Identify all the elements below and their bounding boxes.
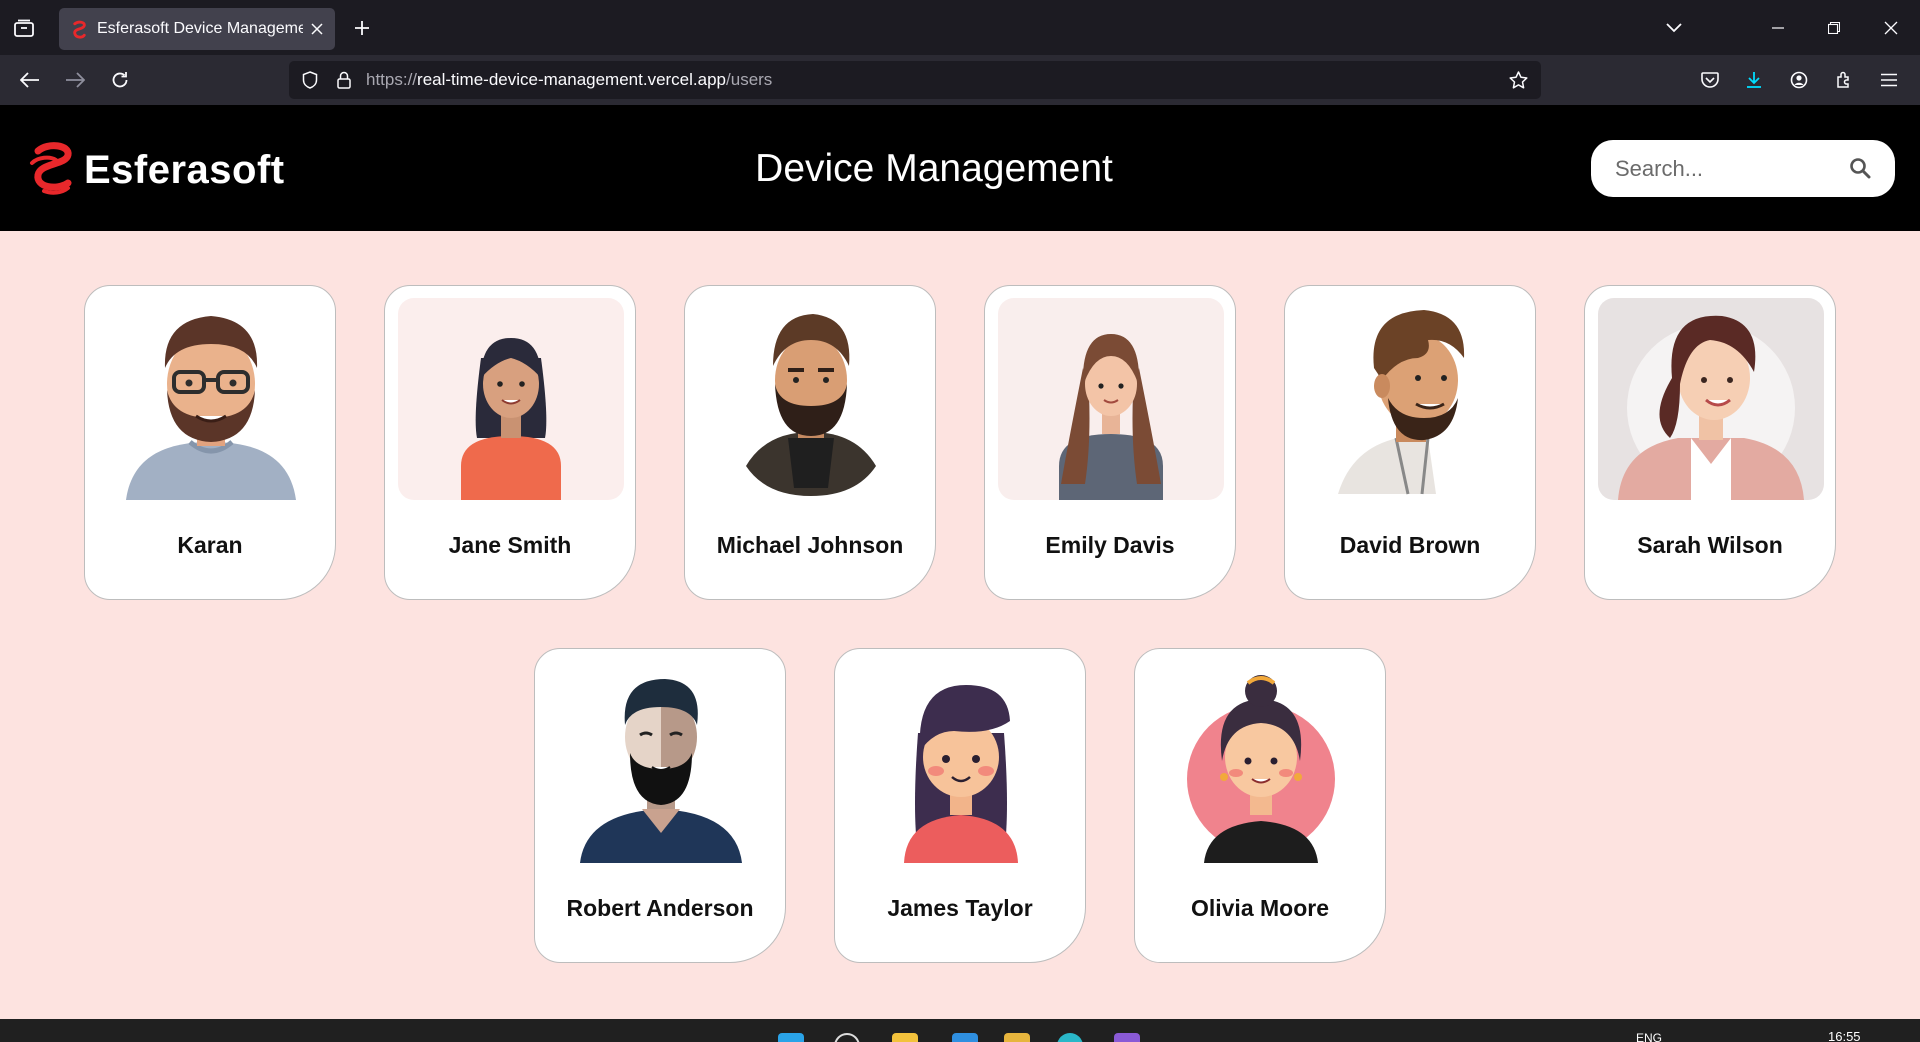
user-card[interactable]: Sarah Wilson: [1584, 285, 1836, 600]
url-path: /users: [726, 70, 773, 89]
tab-list-icon[interactable]: [10, 14, 38, 42]
search-box[interactable]: [1591, 140, 1895, 197]
address-bar[interactable]: https://real-time-device-management.verc…: [289, 61, 1541, 99]
extensions-icon[interactable]: [1830, 66, 1858, 94]
account-icon[interactable]: [1785, 66, 1813, 94]
restore-window-icon[interactable]: [1820, 14, 1848, 42]
search-icon[interactable]: [1849, 157, 1871, 184]
avatar: [848, 661, 1074, 863]
back-arrow-icon[interactable]: [16, 66, 44, 94]
user-name: Sarah Wilson: [1637, 532, 1783, 558]
avatar: [548, 661, 774, 863]
pocket-icon[interactable]: [1696, 66, 1724, 94]
app-header: Esferasoft Device Management: [0, 105, 1920, 231]
user-name: Karan: [177, 532, 243, 558]
esferasoft-favicon-icon: [73, 20, 86, 39]
app-icon[interactable]: [1004, 1033, 1030, 1042]
url-host: real-time-device-management.vercel.app: [417, 70, 727, 89]
app-menu-hamburger-icon[interactable]: [1875, 66, 1903, 94]
user-card[interactable]: James Taylor: [834, 648, 1086, 963]
user-name: Olivia Moore: [1190, 895, 1330, 921]
avatar: [398, 298, 624, 500]
system-clock[interactable]: 16:55: [1828, 1029, 1861, 1042]
user-card[interactable]: David Brown: [1284, 285, 1536, 600]
windows-start-icon[interactable]: [778, 1033, 804, 1042]
url-text[interactable]: https://real-time-device-management.verc…: [366, 61, 772, 99]
avatar: [998, 298, 1224, 500]
close-window-icon[interactable]: [1877, 14, 1905, 42]
user-name: David Brown: [1339, 532, 1481, 558]
user-avatar-illustration: [126, 316, 296, 500]
user-grid: Karan Jane Smith Michael Johnson Emily D…: [0, 231, 1920, 1019]
tab-title: Esferasoft Device Management: [97, 20, 303, 37]
url-protocol: https://: [366, 70, 418, 89]
avatar: [1148, 661, 1374, 863]
user-avatar-illustration: [1618, 315, 1804, 500]
user-avatar-illustration: [1187, 675, 1335, 863]
forward-arrow-icon[interactable]: [61, 66, 89, 94]
user-name: James Taylor: [887, 895, 1033, 921]
vscode-icon[interactable]: [952, 1033, 978, 1042]
user-name: Emily Davis: [1045, 532, 1175, 558]
bookmark-star-icon[interactable]: [1505, 67, 1531, 93]
tracking-protection-shield-icon[interactable]: [297, 67, 323, 93]
user-card[interactable]: Michael Johnson: [684, 285, 936, 600]
file-explorer-icon[interactable]: [892, 1033, 918, 1042]
user-card[interactable]: Jane Smith: [384, 285, 636, 600]
user-avatar-illustration: [1338, 310, 1465, 495]
avatar: [98, 298, 324, 500]
user-avatar-illustration: [1059, 334, 1163, 500]
reload-icon[interactable]: [106, 66, 134, 94]
page-title: Device Management: [755, 147, 1113, 190]
list-all-tabs-chevron-down-icon[interactable]: [1660, 14, 1688, 42]
browser-icon[interactable]: [1057, 1033, 1083, 1042]
input-language[interactable]: ENG: [1636, 1031, 1662, 1042]
user-avatar-illustration: [904, 685, 1018, 863]
user-name: Michael Johnson: [716, 532, 904, 558]
user-card[interactable]: Robert Anderson: [534, 648, 786, 963]
tab-active[interactable]: Esferasoft Device Management: [59, 8, 335, 50]
user-name: Robert Anderson: [566, 895, 754, 921]
user-card[interactable]: Emily Davis: [984, 285, 1236, 600]
avatar: [1298, 298, 1524, 500]
downloads-icon[interactable]: [1740, 66, 1768, 94]
close-tab-icon[interactable]: [303, 15, 331, 43]
avatar: [698, 298, 924, 500]
lock-icon[interactable]: [331, 67, 357, 93]
user-name: Jane Smith: [448, 532, 572, 558]
search-input[interactable]: [1615, 140, 1845, 197]
user-card[interactable]: Olivia Moore: [1134, 648, 1386, 963]
minimize-window-icon[interactable]: [1764, 14, 1792, 42]
os-taskbar: ENG 16:55: [0, 1019, 1920, 1042]
user-avatar-illustration: [580, 679, 742, 863]
user-avatar-illustration: [461, 338, 561, 500]
user-avatar-illustration: [746, 314, 876, 496]
new-tab-button[interactable]: [348, 14, 376, 42]
visual-studio-icon[interactable]: [1114, 1033, 1140, 1042]
browser-tab-bar: Esferasoft Device Management: [0, 0, 1920, 55]
user-card[interactable]: Karan: [84, 285, 336, 600]
avatar: [1598, 298, 1824, 500]
search-icon[interactable]: [834, 1033, 860, 1042]
